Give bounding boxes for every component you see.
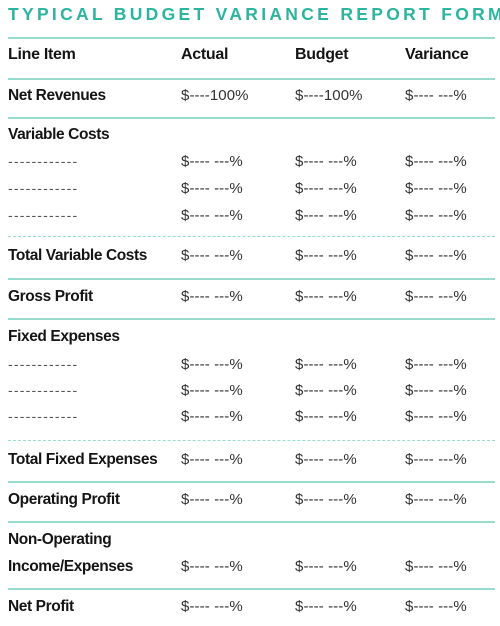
variable-cost-item-row: ------------ $---- ---% $---- ---% $----… (8, 180, 498, 204)
budget-value: $----100% (295, 87, 363, 104)
budget-value: $---- ---% (295, 356, 357, 373)
actual-value: $---- ---% (181, 207, 243, 224)
actual-value: $---- ---% (181, 408, 243, 425)
divider (8, 588, 495, 590)
variance-value: $---- ---% (405, 408, 467, 425)
variance-value: $---- ---% (405, 598, 467, 615)
budget-value: $---- ---% (295, 288, 357, 305)
budget-value: $---- ---% (295, 207, 357, 224)
budget-value: $---- ---% (295, 408, 357, 425)
row-label: ------------ (8, 207, 79, 223)
non-operating-row: Income/Expenses $---- ---% $---- ---% $-… (8, 558, 498, 582)
actual-value: $---- ---% (181, 180, 243, 197)
row-label-line1: Non-Operating (8, 531, 112, 548)
total-variable-costs-row: Total Variable Costs $---- ---% $---- --… (8, 247, 498, 271)
row-label: ------------ (8, 180, 79, 196)
divider (8, 78, 495, 80)
variance-value: $---- ---% (405, 451, 467, 468)
variable-costs-heading: Variable Costs (8, 126, 498, 150)
fixed-expenses-heading: Fixed Expenses (8, 328, 498, 352)
header-row: Line Item Actual Budget Variance (8, 46, 498, 70)
actual-value: $---- ---% (181, 153, 243, 170)
variance-value: $---- ---% (405, 382, 467, 399)
actual-value: $---- ---% (181, 356, 243, 373)
row-label: ------------ (8, 382, 79, 398)
net-profit-row: Net Profit $---- ---% $---- ---% $---- -… (8, 598, 498, 622)
total-fixed-expenses-row: Total Fixed Expenses $---- ---% $---- --… (8, 451, 498, 475)
variance-value: $---- ---% (405, 180, 467, 197)
budget-value: $---- ---% (295, 491, 357, 508)
budget-value: $---- ---% (295, 247, 357, 264)
net-revenues-row: Net Revenues $----100% $----100% $---- -… (8, 87, 498, 111)
row-label: ------------ (8, 408, 79, 424)
actual-value: $---- ---% (181, 491, 243, 508)
fixed-expense-item-row: ------------ $---- ---% $---- ---% $----… (8, 382, 498, 406)
non-operating-label-row: Non-Operating (8, 531, 498, 555)
variance-value: $---- ---% (405, 356, 467, 373)
gross-profit-row: Gross Profit $---- ---% $---- ---% $----… (8, 288, 498, 312)
budget-value: $---- ---% (295, 180, 357, 197)
report-title: TYPICAL BUDGET VARIANCE REPORT FORMAT (8, 4, 500, 24)
variance-value: $---- ---% (405, 247, 467, 264)
section-label: Fixed Expenses (8, 328, 120, 345)
column-header-budget: Budget (295, 46, 349, 63)
row-label: Net Revenues (8, 87, 106, 104)
actual-value: $---- ---% (181, 451, 243, 468)
variance-value: $---- ---% (405, 207, 467, 224)
column-header-variance: Variance (405, 46, 469, 63)
row-label: ------------ (8, 356, 79, 372)
row-label: Net Profit (8, 598, 74, 615)
row-label: Total Variable Costs (8, 247, 148, 264)
variance-value: $---- ---% (405, 153, 467, 170)
dotted-divider (8, 440, 495, 441)
actual-value: $---- ---% (181, 288, 243, 305)
operating-profit-row: Operating Profit $---- ---% $---- ---% $… (8, 491, 498, 515)
row-label: Operating Profit (8, 491, 120, 508)
variable-cost-item-row: ------------ $---- ---% $---- ---% $----… (8, 207, 498, 231)
divider (8, 481, 495, 483)
actual-value: $---- ---% (181, 598, 243, 615)
variance-value: $---- ---% (405, 558, 467, 575)
divider (8, 318, 495, 320)
variance-value: $---- ---% (405, 288, 467, 305)
fixed-expense-item-row: ------------ $---- ---% $---- ---% $----… (8, 356, 498, 380)
row-label-line2: Income/Expenses (8, 558, 133, 575)
row-label: ------------ (8, 153, 79, 169)
fixed-expense-item-row: ------------ $---- ---% $---- ---% $----… (8, 408, 498, 432)
row-label: Gross Profit (8, 288, 93, 305)
variance-value: $---- ---% (405, 491, 467, 508)
divider (8, 37, 495, 39)
divider (8, 278, 495, 280)
column-header-actual: Actual (181, 46, 229, 63)
column-header-line-item: Line Item (8, 46, 76, 63)
section-label: Variable Costs (8, 126, 110, 143)
divider (8, 521, 495, 523)
budget-value: $---- ---% (295, 451, 357, 468)
budget-value: $---- ---% (295, 153, 357, 170)
budget-value: $---- ---% (295, 598, 357, 615)
actual-value: $----100% (181, 87, 249, 104)
dotted-divider (8, 236, 495, 237)
budget-value: $---- ---% (295, 382, 357, 399)
variance-value: $---- ---% (405, 87, 467, 104)
actual-value: $---- ---% (181, 247, 243, 264)
variable-cost-item-row: ------------ $---- ---% $---- ---% $----… (8, 153, 498, 177)
actual-value: $---- ---% (181, 558, 243, 575)
divider (8, 117, 495, 119)
row-label: Total Fixed Expenses (8, 451, 158, 468)
budget-value: $---- ---% (295, 558, 357, 575)
actual-value: $---- ---% (181, 382, 243, 399)
